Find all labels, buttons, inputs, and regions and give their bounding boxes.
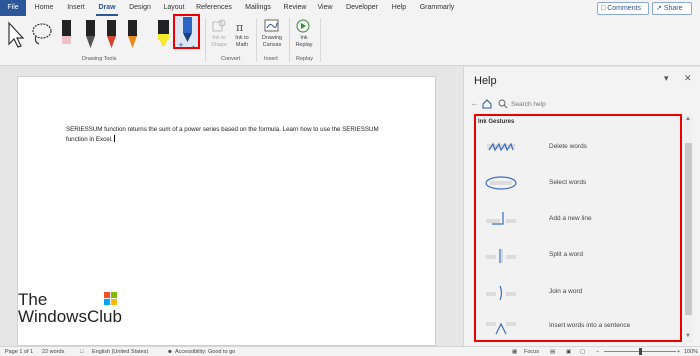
group-label-insert: Insert <box>264 56 278 62</box>
select-pointer-icon[interactable] <box>6 20 26 50</box>
group-label-drawing-tools: Drawing Tools <box>82 56 117 62</box>
tab-developer[interactable]: Developer <box>342 0 382 16</box>
print-layout-icon[interactable]: ▣ <box>566 348 571 356</box>
circle-gesture-icon <box>485 176 517 190</box>
pen-red-icon[interactable] <box>105 18 119 52</box>
share-label: Share <box>663 5 683 12</box>
gesture-label-join-word: Join a word <box>549 288 583 295</box>
comment-icon: □ <box>601 5 606 12</box>
highlighter-yellow-icon[interactable] <box>156 18 172 52</box>
ink-replay-button[interactable]: Ink Replay <box>293 35 315 49</box>
tab-view[interactable]: View <box>315 0 335 16</box>
windows-logo-icon <box>104 292 117 305</box>
help-scrollbar-thumb[interactable] <box>685 143 692 315</box>
drawing-canvas-button[interactable]: Drawing Canvas <box>259 35 285 49</box>
eraser-icon[interactable] <box>60 18 74 50</box>
ink-to-math-icon: π <box>236 21 243 33</box>
share-icon: ↗ <box>656 5 662 12</box>
ink-to-shape-icon <box>212 19 226 32</box>
scratch-out-gesture-icon <box>487 142 515 152</box>
menu-tab-bar: File Home Insert Draw Design Layout Refe… <box>0 0 700 16</box>
status-page-count[interactable]: Page 1 of 1 <box>5 348 33 356</box>
group-label-replay: Replay <box>296 56 314 62</box>
back-arrow-icon[interactable]: ← <box>470 98 479 108</box>
status-bar: Page 1 of 1 22 words □ English (United S… <box>0 346 700 356</box>
zoom-level[interactable]: 100% <box>684 348 698 356</box>
tab-mailings[interactable]: Mailings <box>241 0 275 16</box>
gesture-label-split-word: Split a word <box>549 251 583 258</box>
new-line-gesture-icon <box>486 212 516 225</box>
tab-references[interactable]: References <box>194 0 234 16</box>
comments-button[interactable]: □ Comments <box>597 2 649 15</box>
read-mode-icon[interactable]: ▤ <box>550 348 555 356</box>
document-page[interactable] <box>17 76 436 346</box>
gesture-label-select-words: Select words <box>549 179 587 186</box>
ink-to-shape-button[interactable]: Ink to Shape <box>208 35 230 49</box>
search-icon <box>498 99 508 109</box>
focus-button[interactable]: Focus <box>524 348 539 356</box>
scroll-up-icon[interactable]: ▲ <box>685 116 691 122</box>
gesture-label-add-new-line: Add a new line <box>549 215 592 222</box>
ribbon-separator <box>205 18 206 62</box>
ribbon: + ⌄ Drawing Tools Ink to Shape π Ink to … <box>0 14 700 66</box>
tab-review[interactable]: Review <box>282 0 308 16</box>
share-button[interactable]: ↗ Share <box>652 2 692 15</box>
ribbon-separator <box>256 18 257 62</box>
svg-text:⌄: ⌄ <box>191 42 196 49</box>
insert-caret-gesture-icon <box>486 322 516 335</box>
pane-options-icon[interactable]: ▾ <box>664 73 669 84</box>
svg-text:+: + <box>178 41 184 49</box>
text-cursor <box>113 135 115 142</box>
ink-editor-pen-icon[interactable]: + ⌄ <box>177 16 199 50</box>
document-body-text[interactable]: SERIESSUM function returns the sum of a … <box>66 125 396 145</box>
scroll-down-icon[interactable]: ▼ <box>685 333 691 339</box>
status-word-count[interactable]: 22 words <box>42 348 64 356</box>
tab-design[interactable]: Design <box>126 0 154 16</box>
focus-icon: ▦ <box>512 349 518 355</box>
tab-draw[interactable]: Draw <box>96 0 118 16</box>
tab-help[interactable]: Help <box>389 0 409 16</box>
zoom-out-icon[interactable]: − <box>596 348 599 356</box>
accessibility-icon: ☻ <box>167 349 173 355</box>
drawing-canvas-icon <box>264 19 279 32</box>
zoom-in-icon[interactable]: + <box>677 348 680 356</box>
zoom-slider-thumb[interactable] <box>639 348 642 355</box>
watermark-line-2: WindowsClub <box>18 307 122 326</box>
home-icon[interactable] <box>482 99 492 109</box>
tab-insert[interactable]: Insert <box>63 0 89 16</box>
tab-grammarly[interactable]: Grammarly <box>417 0 457 16</box>
search-help-input[interactable]: Search help <box>511 101 546 108</box>
web-layout-icon[interactable]: ▢ <box>580 348 585 356</box>
comments-label: Comments <box>607 5 642 12</box>
status-language[interactable]: English (United States) <box>92 348 148 356</box>
ribbon-separator <box>289 18 290 62</box>
join-word-gesture-icon <box>486 285 516 301</box>
split-word-gesture-icon <box>486 249 516 263</box>
group-label-convert: Convert <box>221 56 241 62</box>
pen-orange-icon[interactable] <box>126 18 140 52</box>
gesture-label-delete-words: Delete words <box>549 143 587 150</box>
tab-file[interactable]: File <box>0 0 26 16</box>
lasso-select-icon[interactable] <box>30 20 56 50</box>
ink-to-math-button[interactable]: Ink to Math <box>231 35 253 49</box>
pen-black-icon[interactable] <box>84 18 98 52</box>
svg-text:π: π <box>236 21 243 33</box>
close-icon[interactable]: ✕ <box>684 73 692 84</box>
status-accessibility[interactable]: Accessibility: Good to go <box>175 348 235 356</box>
gesture-label-insert-words: Insert words into a sentence <box>549 322 631 329</box>
tab-home[interactable]: Home <box>32 0 56 16</box>
ink-replay-icon <box>296 19 310 33</box>
ribbon-separator <box>320 18 321 62</box>
proofing-icon: □ <box>80 349 84 355</box>
help-pane-title: Help <box>474 75 497 87</box>
ink-gestures-heading: Ink Gestures <box>478 119 515 125</box>
